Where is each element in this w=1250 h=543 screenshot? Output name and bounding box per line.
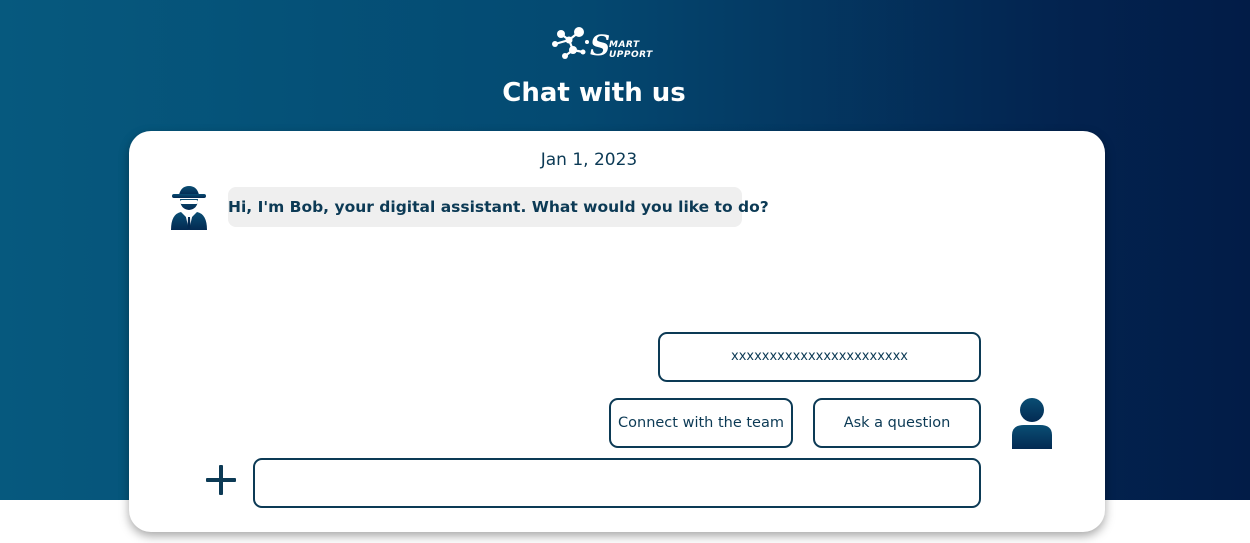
chat-window: Jan 1, 2023 Hi, I'm Bob, your digital as…: [129, 131, 1105, 532]
logo-word-bottom: UPPORT: [609, 50, 653, 60]
ask-question-button[interactable]: Ask a question: [813, 398, 981, 448]
smart-support-logo: S MART UPPORT: [549, 24, 652, 64]
molecule-logo-icon: [552, 27, 589, 59]
page-title: Chat with us: [502, 78, 686, 108]
bot-message: Hi, I'm Bob, your digital assistant. Wha…: [228, 187, 769, 227]
plus-icon[interactable]: [206, 465, 238, 497]
logo-letter: S: [590, 29, 611, 62]
chat-date: Jan 1, 2023: [540, 150, 638, 170]
masked-option-button[interactable]: xxxxxxxxxxxxxxxxxxxxxxx: [658, 332, 981, 382]
message-input[interactable]: [253, 458, 981, 508]
user-icon: [1012, 398, 1052, 449]
spy-agent-icon: [171, 186, 207, 230]
logo-word-top: MART: [609, 40, 640, 50]
connect-team-button[interactable]: Connect with the team: [609, 398, 793, 448]
